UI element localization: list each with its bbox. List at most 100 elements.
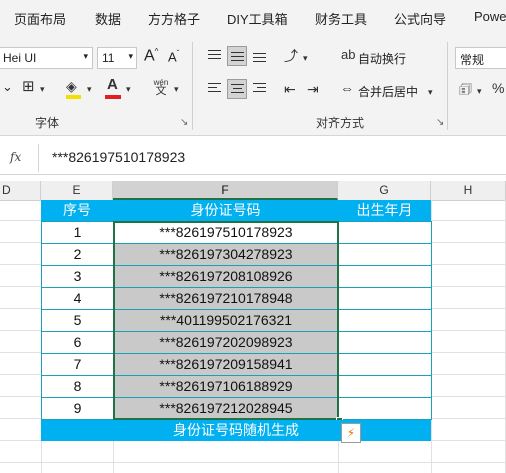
footer-merged-cell[interactable]: 身份证号码随机生成 — [41, 420, 431, 441]
orientation-icon[interactable]: ⤴ — [284, 49, 298, 63]
dialog-launcher-icon[interactable]: ↘ — [180, 117, 188, 128]
shrink-font-button[interactable]: Aˇ — [168, 49, 179, 64]
group-divider — [447, 42, 448, 130]
chevron-down-icon[interactable]: ▾ — [303, 51, 308, 65]
percent-icon[interactable]: % — [492, 81, 504, 95]
middle-align-icon — [231, 52, 244, 64]
table-cell-index[interactable]: 5 — [41, 309, 114, 332]
table-cell-id[interactable]: ***826197210178948 — [113, 287, 339, 310]
fill-color-icon[interactable]: ◈ — [66, 79, 77, 93]
tab-formula-wizard[interactable]: 公式向导 — [394, 9, 446, 28]
column-header-f[interactable]: F — [113, 181, 338, 200]
table-cell-index[interactable]: 1 — [41, 221, 114, 244]
phonetic-guide-button[interactable]: wén 文 — [151, 78, 171, 100]
align-left-button[interactable] — [205, 79, 225, 99]
chevron-down-icon: ▾ — [83, 51, 88, 61]
grow-font-button[interactable]: A^ — [144, 47, 158, 65]
dialog-launcher-icon[interactable]: ↘ — [436, 117, 444, 128]
top-align-icon — [208, 50, 221, 62]
font-color-icon[interactable]: A — [107, 77, 118, 92]
table-cell-birth[interactable] — [338, 397, 432, 420]
bottom-align-icon — [253, 53, 266, 65]
column-header-e[interactable]: E — [41, 181, 113, 200]
column-header-g[interactable]: G — [338, 181, 431, 200]
column-header-h[interactable]: H — [431, 181, 506, 200]
font-name-select[interactable]: Hei UI ▾ — [0, 47, 93, 69]
font-size-value: 11 — [102, 51, 115, 65]
underline-chevron-icon[interactable]: ⌄ — [2, 80, 13, 94]
shrink-font-icon: A — [168, 49, 177, 65]
table-cell-id[interactable]: ***826197208108926 — [113, 265, 339, 288]
tab-power[interactable]: Powe — [474, 9, 506, 24]
chevron-down-icon[interactable]: ▾ — [87, 82, 92, 96]
middle-align-button[interactable] — [227, 46, 247, 66]
border-icon[interactable]: ⊞ — [22, 79, 35, 94]
table-cell-index[interactable]: 8 — [41, 375, 114, 398]
table-cell-index[interactable]: 2 — [41, 243, 114, 266]
table-cell-id[interactable]: ***826197209158941 — [113, 353, 339, 376]
wrap-text-icon[interactable]: ab — [341, 48, 355, 62]
font-name-value: Hei UI — [3, 51, 37, 65]
align-left-icon — [208, 83, 221, 95]
table-cell-index[interactable]: 3 — [41, 265, 114, 288]
alignment-group-label: 对齐方式 — [316, 116, 365, 130]
chevron-down-icon[interactable]: ▾ — [428, 85, 433, 99]
header-cell-id-number[interactable]: 身份证号码 — [113, 200, 338, 221]
column-header-bar: D E F G H — [0, 181, 506, 201]
ribbon: Hei UI ▾ 11 ▾ A^ Aˇ ⌄ ⊞ ▾ ◈ ▾ A ▾ wén 文 … — [0, 36, 506, 136]
group-divider — [192, 42, 193, 130]
chevron-down-icon[interactable]: ▾ — [126, 82, 131, 96]
tab-diy-toolbox[interactable]: DIY工具箱 — [227, 9, 288, 28]
header-cell-index[interactable]: 序号 — [41, 200, 113, 221]
worksheet-grid[interactable]: 序号 身份证号码 出生年月 1 ***826197510178923 2 ***… — [0, 200, 506, 473]
top-align-button[interactable] — [205, 46, 225, 66]
table-cell-id[interactable]: ***826197212028945 — [113, 397, 339, 420]
table-cell-id[interactable]: ***826197304278923 — [113, 243, 339, 266]
tab-finance-tools[interactable]: 财务工具 — [315, 9, 367, 28]
table-cell-index[interactable]: 6 — [41, 331, 114, 354]
merge-center-button[interactable]: 合并后居中 — [358, 83, 418, 100]
accounting-format-icon[interactable]: 🗊 — [459, 82, 472, 96]
table-cell-birth[interactable] — [338, 375, 432, 398]
bottom-align-button[interactable] — [250, 46, 270, 66]
function-icon[interactable]: fx — [10, 150, 21, 164]
chevron-down-icon[interactable]: ▾ — [174, 82, 179, 96]
font-size-select[interactable]: 11 ▾ — [97, 47, 137, 69]
increase-indent-icon[interactable]: ⇥ — [307, 82, 319, 96]
table-cell-birth[interactable] — [338, 287, 432, 310]
wrap-text-button[interactable]: 自动换行 — [358, 50, 406, 67]
font-group-label: 字体 — [35, 116, 60, 130]
table-cell-index[interactable]: 4 — [41, 287, 114, 310]
formula-input[interactable]: ***826197510178923 — [52, 149, 185, 165]
table-cell-index[interactable]: 9 — [41, 397, 114, 420]
table-cell-id[interactable]: ***826197202098923 — [113, 331, 339, 354]
tab-page-layout[interactable]: 页面布局 — [14, 9, 66, 28]
chevron-down-icon: ▾ — [128, 51, 133, 61]
align-right-button[interactable] — [250, 79, 270, 99]
table-cell-index[interactable]: 7 — [41, 353, 114, 376]
table-cell-birth[interactable] — [338, 331, 432, 354]
align-center-button[interactable] — [227, 79, 247, 99]
number-format-select[interactable]: 常规 — [455, 47, 506, 69]
chevron-down-icon[interactable]: ▾ — [477, 84, 482, 98]
column-header-d[interactable]: D — [0, 181, 41, 200]
decrease-indent-icon[interactable]: ⇤ — [284, 82, 296, 96]
merge-center-icon[interactable]: ⇔ — [340, 81, 354, 95]
table-cell-id-active[interactable]: ***826197510178923 — [113, 221, 339, 244]
header-cell-birth-month[interactable]: 出生年月 — [338, 200, 431, 221]
phonetic-icon: 文 — [155, 85, 167, 97]
chevron-down-icon[interactable]: ▾ — [40, 82, 45, 96]
table-cell-birth[interactable] — [338, 265, 432, 288]
table-cell-birth[interactable] — [338, 309, 432, 332]
table-cell-birth[interactable] — [338, 243, 432, 266]
table-cell-id[interactable]: ***401199502176321 — [113, 309, 339, 332]
align-center-icon — [231, 84, 244, 96]
table-cell-birth[interactable] — [338, 353, 432, 376]
table-cell-birth[interactable] — [338, 221, 432, 244]
tab-data[interactable]: 数据 — [95, 9, 121, 28]
table-cell-id[interactable]: ***826197106188929 — [113, 375, 339, 398]
align-right-icon — [253, 83, 266, 95]
formula-bar-divider — [38, 144, 39, 172]
quick-analysis-button[interactable]: ⚡ — [341, 423, 361, 443]
tab-fangfang-gezi[interactable]: 方方格子 — [148, 9, 200, 28]
